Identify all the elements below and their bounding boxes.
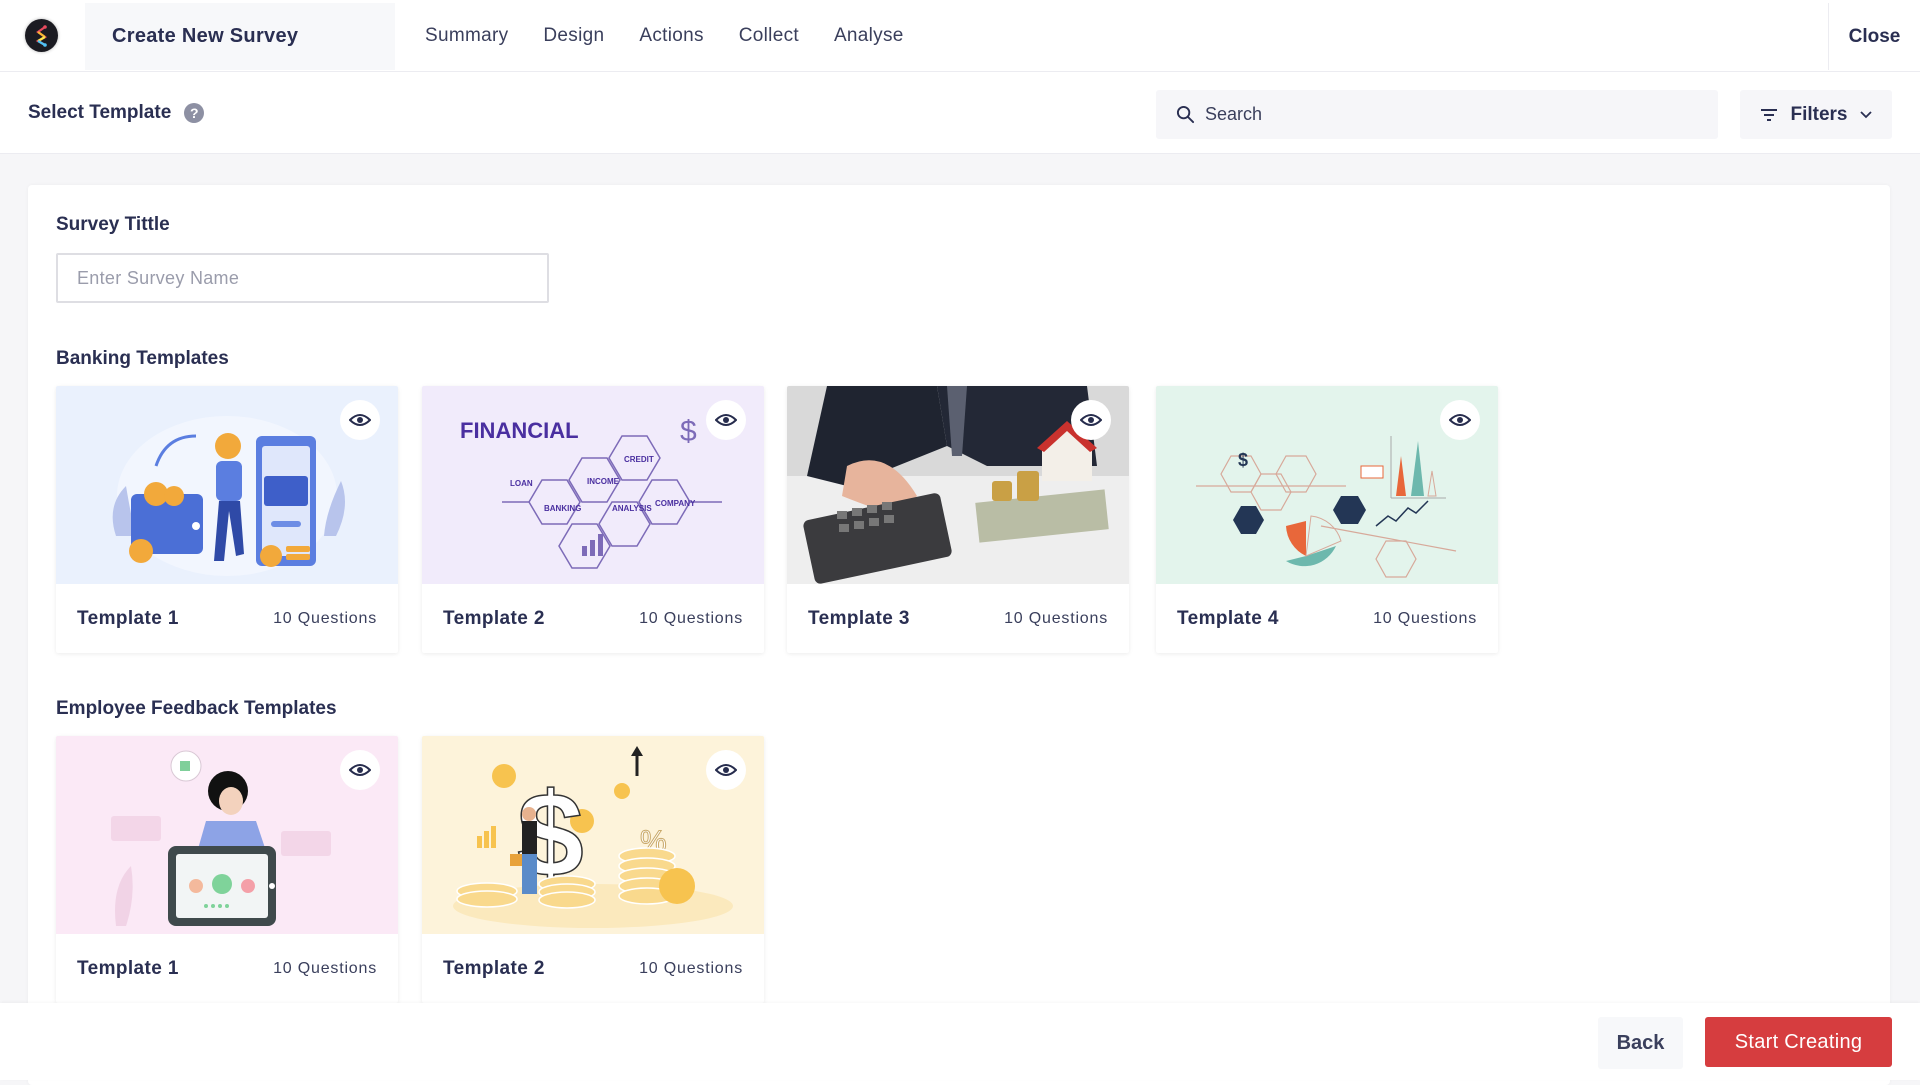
template-name: Template 2: [443, 608, 545, 629]
svg-text:INCOME: INCOME: [587, 477, 620, 486]
search-box[interactable]: [1156, 90, 1718, 139]
tab-design[interactable]: Design: [543, 25, 604, 47]
app-logo-icon[interactable]: [25, 19, 58, 52]
tab-collect[interactable]: Collect: [739, 25, 799, 47]
eye-icon: [349, 414, 371, 426]
survey-name-input[interactable]: [56, 253, 549, 303]
eye-icon: [715, 414, 737, 426]
close-button[interactable]: Close: [1828, 3, 1920, 70]
eye-icon: [1080, 414, 1102, 426]
template-card[interactable]: $ Template 4 10 Questions: [1156, 386, 1498, 653]
tab-actions[interactable]: Actions: [639, 25, 703, 47]
svg-text:COMPANY: COMPANY: [655, 499, 696, 508]
eye-icon: [715, 764, 737, 776]
top-navigation-bar: Create New Survey Summary Design Actions…: [0, 0, 1920, 72]
search-input[interactable]: [1205, 104, 1685, 125]
svg-text:CREDIT: CREDIT: [624, 455, 654, 464]
svg-text:LOAN: LOAN: [510, 479, 533, 488]
survey-title-label: Survey Tittle: [56, 214, 170, 235]
question-count: 10 Questions: [273, 960, 377, 977]
footer-action-bar: Back Start Creating: [0, 1003, 1920, 1080]
tab-summary[interactable]: Summary: [425, 25, 508, 47]
main-nav-tabs: Summary Design Actions Collect Analyse: [425, 0, 939, 72]
template-card[interactable]: Template 3 10 Questions: [787, 386, 1129, 653]
svg-text:$: $: [680, 415, 697, 448]
start-creating-button[interactable]: Start Creating: [1705, 1017, 1892, 1067]
svg-text:ANALYSIS: ANALYSIS: [612, 504, 652, 513]
question-circle-icon[interactable]: ?: [184, 103, 205, 123]
template-name: Template 2: [443, 958, 545, 979]
preview-eye-button[interactable]: [340, 750, 380, 790]
svg-text:FINANCIAL: FINANCIAL: [460, 418, 579, 443]
chevron-down-icon: [1859, 110, 1872, 118]
back-button[interactable]: Back: [1598, 1017, 1683, 1069]
preview-eye-button[interactable]: [1440, 400, 1480, 440]
template-card[interactable]: Template 1 10 Questions: [56, 736, 398, 1003]
tab-analyse[interactable]: Analyse: [834, 25, 904, 47]
section-title-banking: Banking Templates: [56, 348, 229, 369]
template-card[interactable]: $ % Template 2 10 Questions: [422, 736, 764, 1003]
filter-icon: [1761, 108, 1778, 121]
preview-eye-button[interactable]: [706, 400, 746, 440]
question-count: 10 Questions: [1004, 610, 1108, 627]
section-title-employee-feedback: Employee Feedback Templates: [56, 698, 337, 719]
select-template-heading: Select Template ?: [28, 102, 205, 124]
template-name: Template 3: [808, 608, 910, 629]
svg-text:BANKING: BANKING: [544, 504, 581, 513]
question-count: 10 Questions: [1373, 610, 1477, 627]
template-toolbar: Select Template ? Filters: [0, 72, 1920, 154]
question-count: 10 Questions: [273, 610, 377, 627]
preview-eye-button[interactable]: [1071, 400, 1111, 440]
eye-icon: [349, 764, 371, 776]
template-name: Template 1: [77, 608, 179, 629]
search-icon: [1176, 105, 1195, 124]
question-count: 10 Questions: [639, 960, 743, 977]
preview-eye-button[interactable]: [340, 400, 380, 440]
question-count: 10 Questions: [639, 610, 743, 627]
svg-text:$: $: [1238, 450, 1248, 470]
filters-label: Filters: [1790, 103, 1848, 125]
page-title: Select Template: [28, 102, 172, 123]
template-card[interactable]: Template 1 10 Questions: [56, 386, 398, 653]
template-selection-panel: Survey Tittle Banking Templates: [28, 185, 1890, 1085]
eye-icon: [1449, 414, 1471, 426]
template-card[interactable]: FINANCIAL CREDIT INCOME COMPANY LOAN BANKIN…: [422, 386, 764, 653]
app-title: Create New Survey: [112, 25, 299, 47]
survey-title-block: Create New Survey: [85, 3, 395, 70]
template-name: Template 4: [1177, 608, 1279, 629]
preview-eye-button[interactable]: [706, 750, 746, 790]
template-name: Template 1: [77, 958, 179, 979]
filters-dropdown[interactable]: Filters: [1740, 90, 1892, 139]
